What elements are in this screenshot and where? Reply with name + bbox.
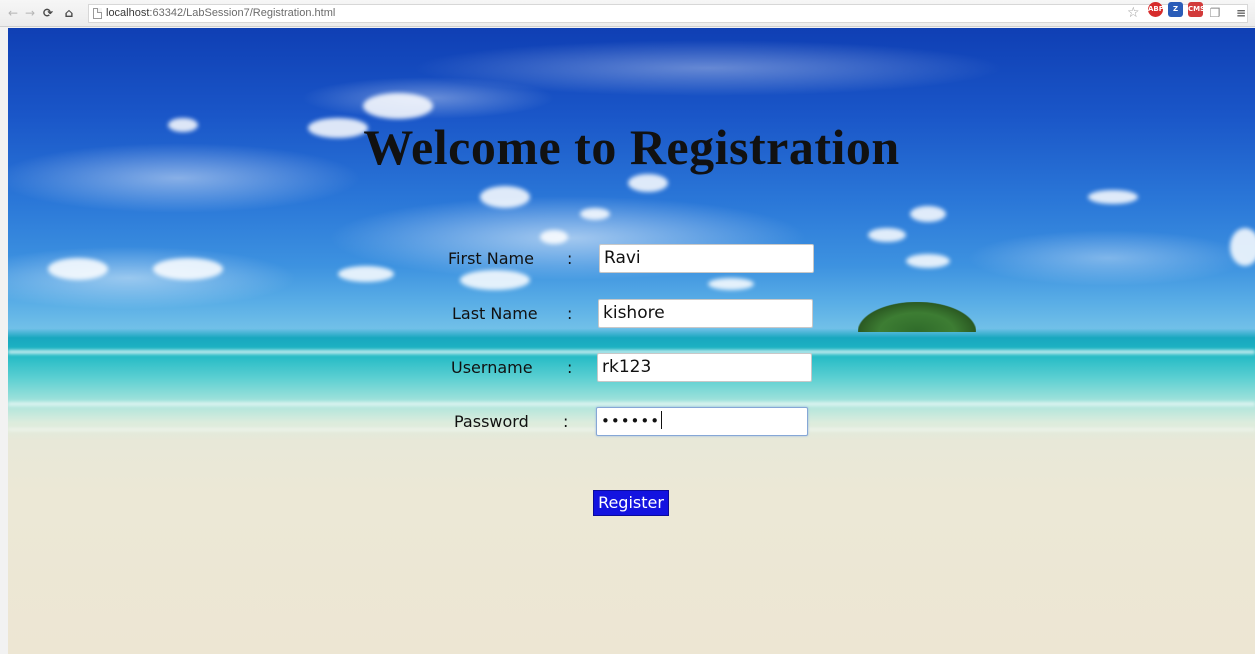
last-name-label: Last Name bbox=[452, 304, 538, 323]
text-caret bbox=[661, 411, 663, 429]
back-arrow-icon[interactable]: ← bbox=[6, 5, 20, 21]
cloud-shape bbox=[540, 230, 568, 244]
wave-foam bbox=[8, 402, 1255, 406]
url-text[interactable]: localhost:63342/LabSession7/Registration… bbox=[106, 7, 335, 19]
adblock-extension-icon[interactable]: ABP bbox=[1148, 2, 1164, 17]
username-label: Username bbox=[451, 358, 533, 377]
address-bar[interactable]: localhost:63342/LabSession7/Registration… bbox=[88, 4, 1248, 23]
page-title: Welcome to Registration bbox=[363, 119, 900, 175]
cloud-shape bbox=[363, 93, 433, 119]
cloud-shape bbox=[580, 208, 610, 220]
password-input[interactable]: •••••• bbox=[596, 407, 808, 436]
first-name-colon: : bbox=[567, 249, 573, 268]
cloud-shape bbox=[868, 228, 906, 242]
password-label: Password bbox=[454, 412, 529, 431]
last-name-colon: : bbox=[567, 304, 573, 323]
forward-arrow-icon[interactable]: → bbox=[23, 5, 37, 21]
cloud-shape bbox=[480, 186, 530, 208]
page-viewport: Welcome to Registration First Name : Rav… bbox=[8, 28, 1255, 654]
page-icon bbox=[93, 8, 102, 19]
extension-puzzle-icon[interactable]: ❐ bbox=[1208, 5, 1222, 21]
username-input[interactable]: rk123 bbox=[597, 353, 812, 382]
menu-icon[interactable]: ≡ bbox=[1234, 5, 1248, 21]
password-mask: •••••• bbox=[601, 412, 661, 430]
last-name-row: Last Name : kishore bbox=[8, 299, 1255, 329]
reload-icon[interactable]: ⟳ bbox=[41, 5, 55, 21]
zotero-extension-icon[interactable]: Z bbox=[1168, 2, 1183, 17]
url-host: localhost bbox=[106, 7, 150, 19]
cloud-shape bbox=[1088, 190, 1138, 204]
cloud-shape bbox=[708, 278, 754, 290]
register-button[interactable]: Register bbox=[593, 490, 669, 516]
username-colon: : bbox=[567, 358, 573, 377]
first-name-row: First Name : Ravi bbox=[8, 244, 1255, 274]
browser-toolbar: ← → ⟳ ⌂ localhost:63342/LabSession7/Regi… bbox=[0, 0, 1255, 27]
password-row: Password : •••••• bbox=[8, 407, 1255, 437]
first-name-input[interactable]: Ravi bbox=[599, 244, 814, 273]
url-path: :63342/LabSession7/Registration.html bbox=[149, 7, 336, 19]
cms-extension-icon[interactable]: CMS bbox=[1188, 2, 1205, 17]
password-colon: : bbox=[563, 412, 569, 431]
cloud-shape bbox=[628, 174, 668, 192]
last-name-input[interactable]: kishore bbox=[598, 299, 813, 328]
first-name-label: First Name bbox=[448, 249, 534, 268]
home-icon[interactable]: ⌂ bbox=[62, 5, 76, 21]
bookmark-star-icon[interactable]: ☆ bbox=[1127, 5, 1140, 21]
cloud-shape bbox=[910, 206, 946, 222]
username-row: Username : rk123 bbox=[8, 353, 1255, 383]
